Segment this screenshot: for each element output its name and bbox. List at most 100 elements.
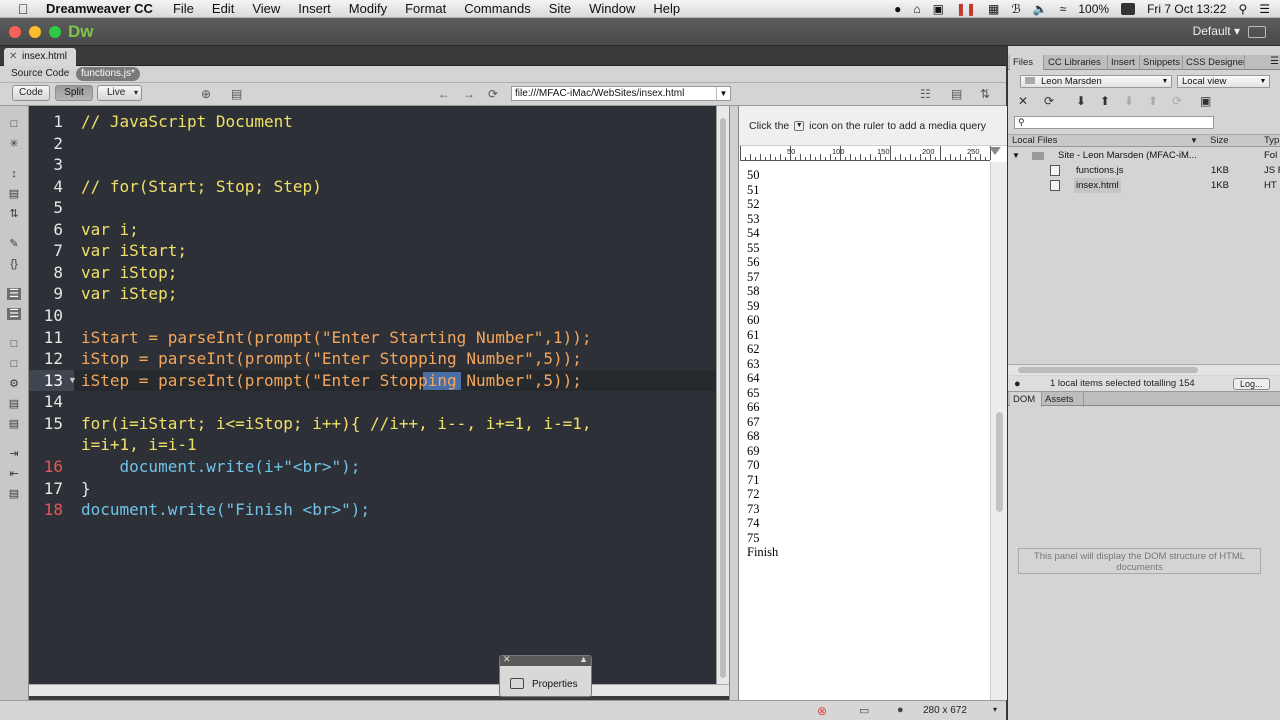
collapse-tag-icon[interactable]: ↕ xyxy=(7,168,21,180)
disclosure-icon[interactable]: ▼ xyxy=(1012,148,1020,163)
address-bar[interactable]: file:///MFAC-iMac/WebSites/insex.html ▼ xyxy=(511,86,731,101)
error-icon[interactable]: ⊗ xyxy=(817,704,827,718)
balance-braces-icon[interactable]: {} xyxy=(7,258,21,270)
device-preview-icon[interactable]: ▭ xyxy=(859,704,869,717)
preview-scrollbar[interactable] xyxy=(990,162,1007,700)
files-search-input[interactable]: ⚲ xyxy=(1014,116,1214,129)
menu-file[interactable]: File xyxy=(173,1,194,16)
record-icon[interactable]: ● xyxy=(894,2,901,16)
panel-menu-icon[interactable]: ☰ xyxy=(1270,56,1279,67)
put-files-icon[interactable]: ⬆ xyxy=(1100,94,1110,108)
zoom-window-button[interactable] xyxy=(49,26,61,38)
live-view-button[interactable]: Live ▾ xyxy=(97,85,142,101)
panel-header[interactable]: ✕ ▲ xyxy=(500,654,591,666)
select-parent-tag-icon[interactable]: ✎ xyxy=(7,238,21,250)
visual-aids-icon[interactable]: ▤ xyxy=(231,87,242,101)
line-numbers-icon[interactable]: ☰ xyxy=(7,288,21,300)
code-line[interactable]: iStop = parseInt(prompt("Enter Stopping … xyxy=(81,348,582,370)
code-line[interactable]: for(i=iStart; i<=iStop; i++){ //i++, i--… xyxy=(81,413,592,435)
workspace-switcher[interactable]: Default ▾ xyxy=(1193,24,1240,38)
check-out-icon[interactable]: ⬇ xyxy=(1124,94,1134,108)
file-row[interactable]: insex.html 1KB HT xyxy=(1008,178,1280,193)
file-management-icon[interactable]: ☷ xyxy=(920,87,931,101)
chevron-down-icon[interactable]: ▾ xyxy=(993,705,997,714)
back-arrow-icon[interactable]: ← xyxy=(438,87,450,101)
menu-view[interactable]: View xyxy=(252,1,280,16)
wifi-icon[interactable]: ≈ xyxy=(1060,2,1067,16)
tab-snippets[interactable]: Snippets xyxy=(1140,55,1183,70)
wrap-tag-icon[interactable]: ⚙ xyxy=(7,378,21,390)
related-file-tab[interactable]: functions.js* xyxy=(76,67,140,81)
ruler-handle-icon[interactable] xyxy=(989,147,1001,155)
code-line[interactable]: // JavaScript Document xyxy=(81,111,293,133)
tab-insert[interactable]: Insert xyxy=(1108,55,1140,70)
menu-site[interactable]: Site xyxy=(549,1,571,16)
tab-assets[interactable]: Assets xyxy=(1042,392,1084,407)
code-line[interactable]: var iStep; xyxy=(81,283,177,305)
code-line[interactable]: var iStop; xyxy=(81,262,177,284)
code-line[interactable]: var iStart; xyxy=(81,240,187,262)
format-source-icon[interactable]: ▤ xyxy=(7,488,21,500)
code-view-button[interactable]: Code xyxy=(12,85,50,101)
connect-icon[interactable]: ✕ xyxy=(1018,94,1028,108)
media-query-ruler[interactable]: 50 100 150 200 250 xyxy=(740,146,991,161)
remove-comment-icon[interactable]: □ xyxy=(7,358,21,370)
home-icon[interactable]: ⌂ xyxy=(913,2,920,16)
expand-icon[interactable]: ▣ xyxy=(1200,94,1211,108)
globe-icon[interactable]: ● xyxy=(897,704,904,716)
log-button[interactable]: Log... xyxy=(1233,378,1270,390)
tab-dom[interactable]: DOM xyxy=(1010,392,1042,407)
inspect-icon[interactable]: ⊕ xyxy=(201,87,211,101)
sort-icon[interactable]: ▼ xyxy=(1190,135,1198,147)
menu-edit[interactable]: Edit xyxy=(212,1,234,16)
split-divider[interactable] xyxy=(729,106,739,700)
outdent-code-icon[interactable]: ⇤ xyxy=(7,468,21,480)
live-view-pane[interactable]: Click the ▼ icon on the ruler to add a m… xyxy=(739,106,1007,700)
apple-icon[interactable]:  xyxy=(18,2,32,16)
code-line[interactable]: document.write("Finish <br>"); xyxy=(81,499,370,521)
close-window-button[interactable] xyxy=(9,26,21,38)
volume-icon[interactable]: 🔈 xyxy=(1033,2,1048,16)
sync-icon[interactable]: ⟳ xyxy=(1172,94,1182,108)
get-files-icon[interactable]: ⬇ xyxy=(1076,94,1086,108)
collapse-selection-icon[interactable]: ▤ xyxy=(7,188,21,200)
menu-help[interactable]: Help xyxy=(653,1,680,16)
tab-cc-libraries[interactable]: CC Libraries xyxy=(1045,55,1108,70)
properties-panel[interactable]: ✕ ▲ Properties xyxy=(499,654,592,697)
fold-arrow-icon[interactable]: ▼ xyxy=(68,375,77,385)
minimize-window-button[interactable] xyxy=(29,26,41,38)
site-select[interactable]: Leon Marsden ▼ xyxy=(1020,75,1172,88)
header-local-files[interactable]: Local Files xyxy=(1012,135,1057,147)
code-line[interactable]: } xyxy=(81,478,91,500)
battery-percent[interactable]: 100% xyxy=(1078,2,1109,16)
header-type[interactable]: Typ xyxy=(1264,135,1279,147)
tab-files[interactable]: Files xyxy=(1010,55,1044,70)
scrollbar-thumb[interactable] xyxy=(720,118,726,678)
display-icon[interactable]: ▣ xyxy=(933,2,944,16)
move-css-icon[interactable]: ▤ xyxy=(7,418,21,430)
battery-icon[interactable] xyxy=(1121,3,1136,15)
scrollbar-thumb[interactable] xyxy=(1018,367,1198,373)
recent-snippets-icon[interactable]: ▤ xyxy=(7,398,21,410)
menu-format[interactable]: Format xyxy=(405,1,446,16)
scrollbar-thumb[interactable] xyxy=(996,412,1003,512)
menu-window[interactable]: Window xyxy=(589,1,635,16)
apply-comment-icon[interactable]: □ xyxy=(7,338,21,350)
open-documents-icon[interactable]: □ xyxy=(7,118,21,130)
preview-icon[interactable]: ▤ xyxy=(951,87,962,101)
source-code-tab[interactable]: Source Code xyxy=(11,68,69,79)
forward-arrow-icon[interactable]: → xyxy=(463,87,475,101)
menu-modify[interactable]: Modify xyxy=(349,1,387,16)
view-select[interactable]: Local view ▼ xyxy=(1177,75,1270,88)
search-icon[interactable]: ⚲ xyxy=(1238,2,1247,16)
code-line[interactable]: document.write(i+"<br>"); xyxy=(81,456,361,478)
code-line[interactable]: iStep = parseInt(prompt("Enter Stopping … xyxy=(81,370,582,392)
bluetooth-icon[interactable]: ℬ xyxy=(1011,2,1020,16)
code-line[interactable]: iStart = parseInt(prompt("Enter Starting… xyxy=(81,327,592,349)
window-size[interactable]: 280 x 672 xyxy=(923,705,967,716)
files-horizontal-scrollbar[interactable] xyxy=(1008,364,1280,375)
app-menu[interactable]: Dreamweaver CC xyxy=(46,1,153,16)
refresh-icon[interactable]: ⟳ xyxy=(1044,94,1054,108)
code-horizontal-scrollbar[interactable] xyxy=(29,684,729,696)
sync-settings-icon[interactable] xyxy=(1248,26,1266,38)
